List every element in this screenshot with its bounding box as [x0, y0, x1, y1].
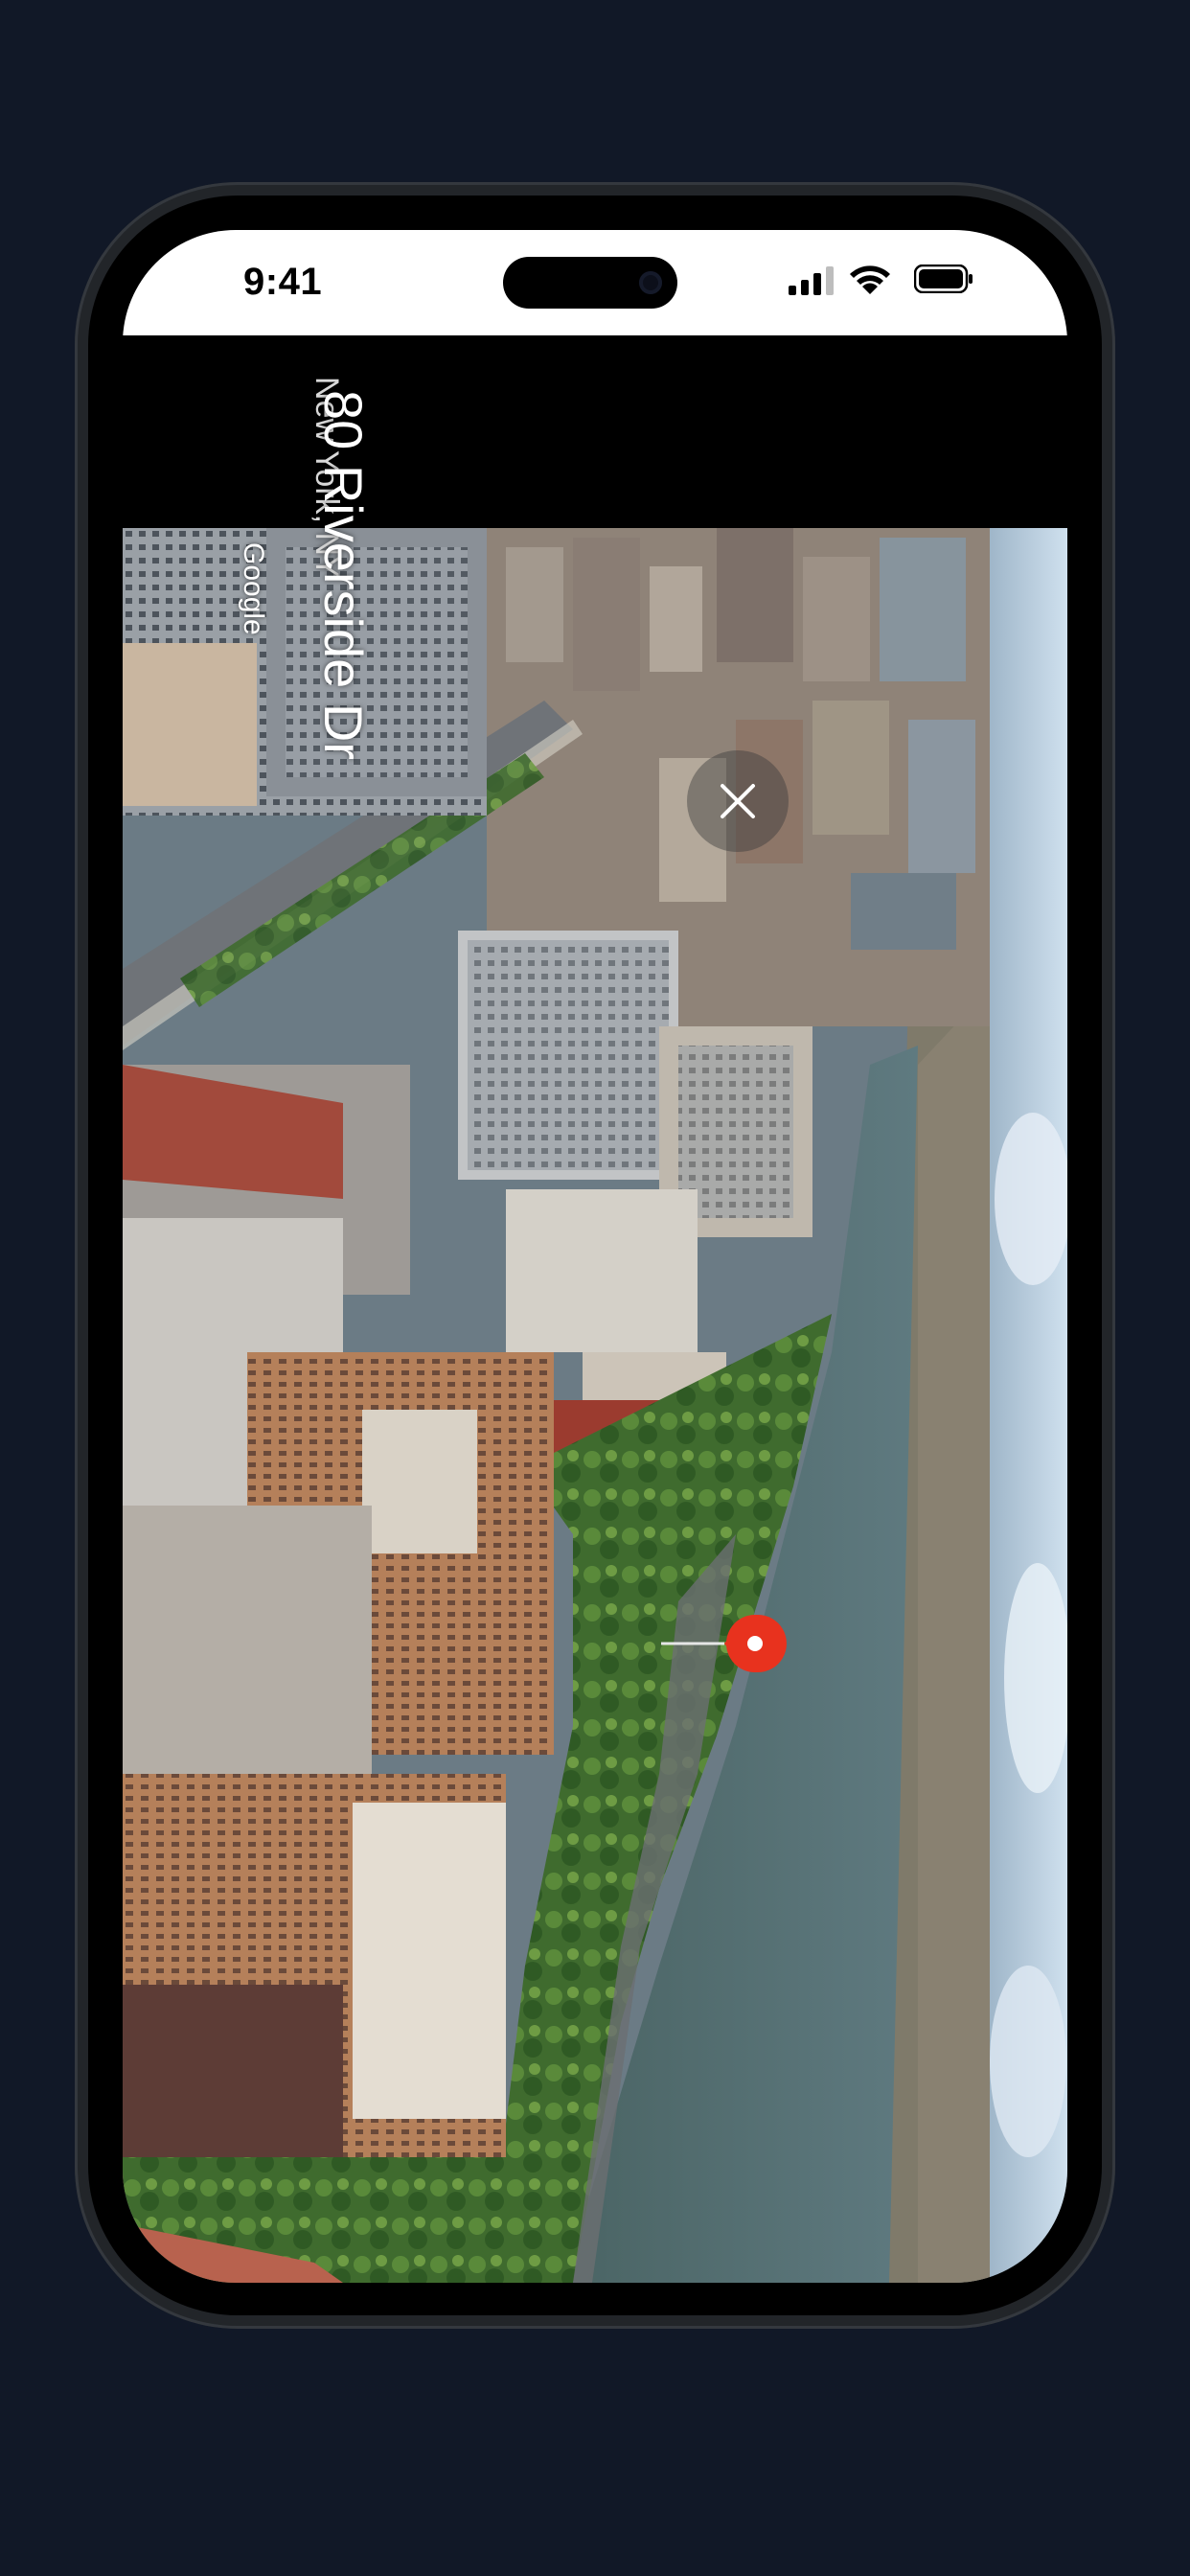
status-bar: 9:41	[123, 230, 1067, 335]
map-attribution: Google	[238, 542, 269, 635]
place-title: 80 Riverside Dr	[313, 390, 374, 760]
battery-icon	[914, 264, 973, 293]
status-time: 9:41	[243, 261, 323, 303]
close-icon	[721, 784, 755, 818]
close-button[interactable]	[687, 750, 789, 852]
dynamic-island	[503, 257, 677, 309]
cellular-signal-icon	[789, 266, 834, 295]
wifi-icon	[850, 265, 890, 294]
location-pin-icon[interactable]	[659, 1605, 803, 1682]
aerial-imagery	[123, 528, 1067, 2283]
aerial-3d-map[interactable]	[123, 528, 1067, 2283]
front-camera	[639, 271, 662, 294]
phone-screen: 9:41 New York, NY 80 Riverside Dr Google	[123, 230, 1067, 2283]
header-bar	[123, 335, 1067, 527]
